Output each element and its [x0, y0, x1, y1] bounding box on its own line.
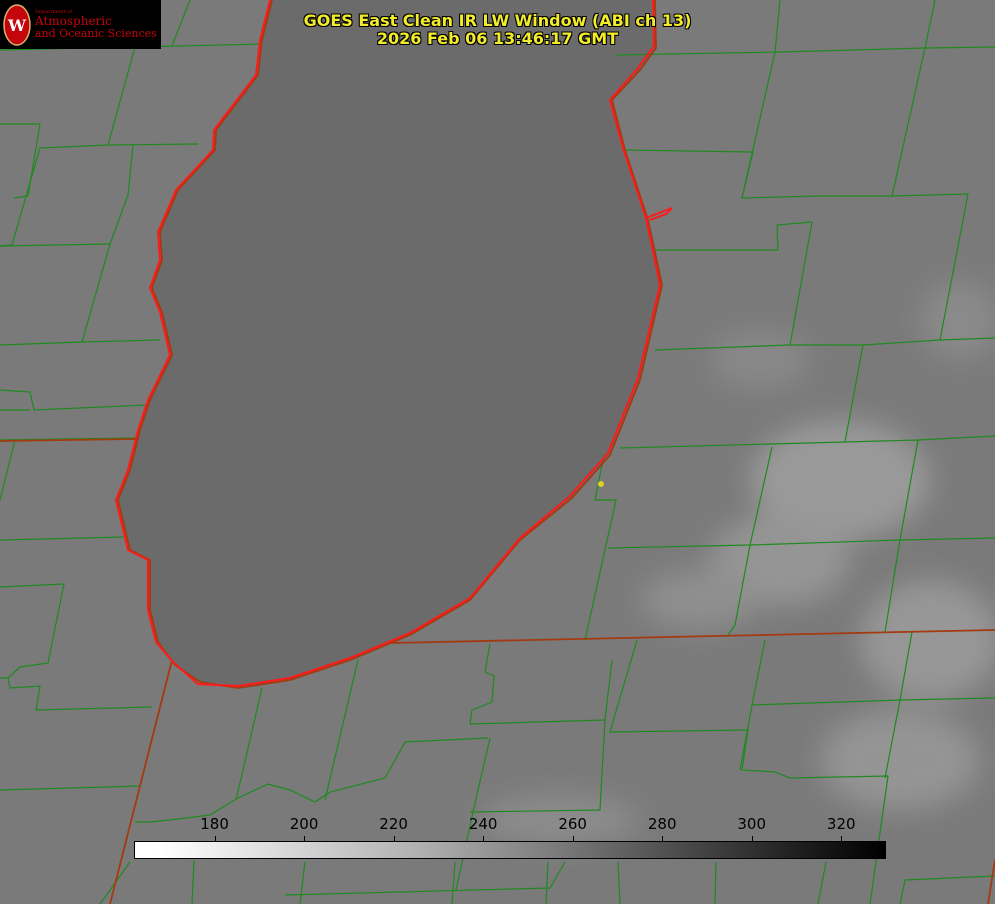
image-timestamp: 2026 Feb 06 13:46:17 GMT [376, 29, 619, 48]
satellite-map [0, 0, 995, 904]
colorbar-tick-label: 320 [826, 815, 856, 833]
colorbar-tick-label: 240 [468, 815, 498, 833]
temperature-colorbar [134, 841, 886, 859]
colorbar-tick-label: 280 [647, 815, 677, 833]
colorbar-tick-label: 180 [200, 815, 229, 833]
colorbar-tick-label: 300 [737, 815, 767, 833]
image-title: GOES East Clean IR LW Window (ABI ch 13) [303, 11, 692, 30]
colorbar-tick-label: 260 [558, 815, 587, 833]
location-marker [598, 481, 604, 487]
colorbar-tick-label: 200 [289, 815, 319, 833]
satellite-image-viewer: W Department of Atmospheric and Oceanic … [0, 0, 995, 904]
colorbar-tick-label: 220 [379, 815, 408, 833]
